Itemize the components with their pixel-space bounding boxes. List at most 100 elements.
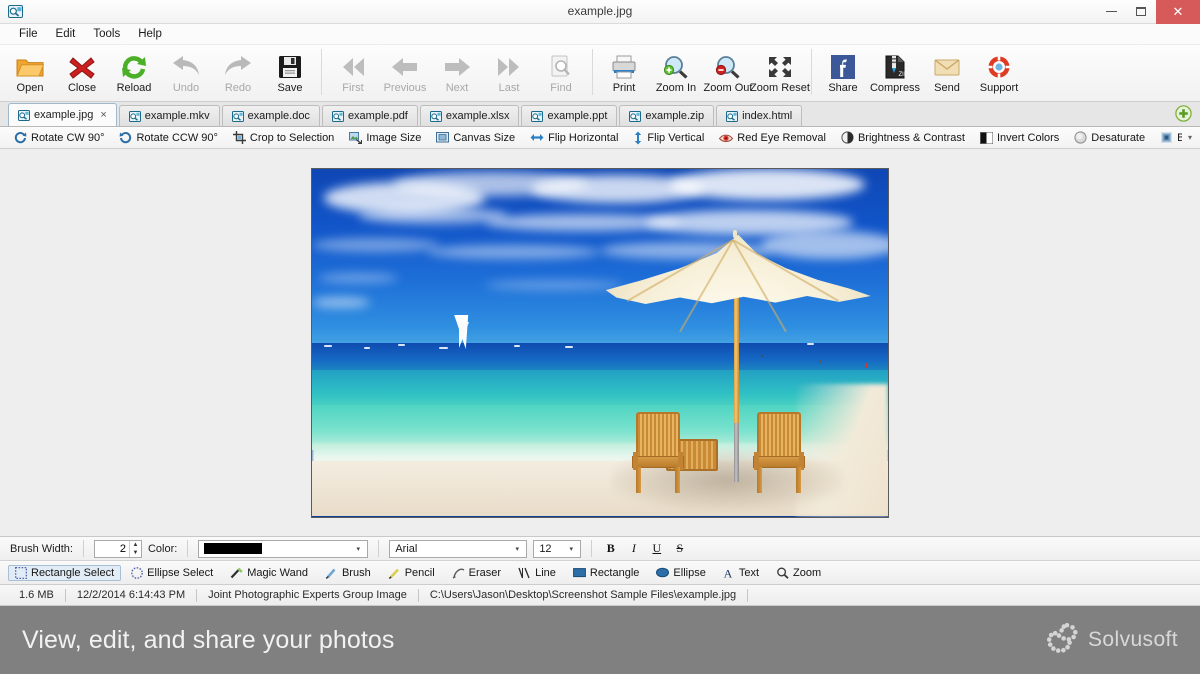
tool-rectangle[interactable]: Rectangle — [566, 565, 647, 581]
cloud — [427, 245, 600, 259]
tool-magic-wand[interactable]: Magic Wand — [223, 565, 315, 581]
chevron-down-icon[interactable]: ▾ — [351, 545, 365, 553]
toolbar-open-label: Open — [17, 82, 44, 95]
tool-pencil[interactable]: Pencil — [381, 565, 442, 581]
tool-rectangle-select[interactable]: Rectangle Select — [8, 565, 121, 581]
tab-example-doc[interactable]: example.doc — [222, 105, 320, 126]
tool-line[interactable]: Line — [511, 565, 563, 581]
toolbar-close-button[interactable]: Close — [56, 47, 108, 100]
chevron-down-icon[interactable]: ▾ — [564, 545, 578, 553]
effect-label: Brightness & Contrast — [858, 132, 965, 144]
tab-label: example.zip — [645, 110, 704, 122]
effect-invert-colors[interactable]: Invert Colors — [974, 130, 1065, 146]
effect-flip-vertical[interactable]: Flip Vertical — [627, 129, 710, 147]
tool-ellipse[interactable]: Ellipse — [649, 565, 712, 581]
tool-label: Rectangle — [590, 567, 640, 579]
tab-example-mkv[interactable]: example.mkv — [119, 105, 220, 126]
stepper-down-icon[interactable]: ▼ — [130, 549, 141, 557]
effect-flip-horizontal[interactable]: Flip Horizontal — [524, 129, 624, 146]
font-size-dropdown[interactable]: 12 ▾ — [533, 540, 581, 558]
line-icon — [518, 567, 531, 579]
font-family-dropdown[interactable]: Arial ▾ — [389, 540, 527, 558]
bold-button[interactable]: B — [602, 540, 619, 558]
toolbar-compress-button[interactable]: ZIP Compress — [869, 47, 921, 100]
tab-example-zip[interactable]: example.zip — [619, 105, 714, 126]
footer-banner: View, edit, and share your photos — [0, 606, 1200, 674]
image-canvas-area[interactable] — [0, 149, 1200, 537]
toolbar-zoom-in-button[interactable]: Zoom In — [650, 47, 702, 100]
menu-tools[interactable]: Tools — [84, 26, 129, 42]
divider — [378, 540, 379, 557]
canvas-size-icon — [436, 131, 449, 144]
rectangle-select-icon — [15, 567, 27, 579]
cloud — [669, 169, 865, 200]
toolbar-zoom-out-button[interactable]: Zoom Out — [702, 47, 754, 100]
chevron-down-icon[interactable]: ▾ — [510, 545, 524, 553]
tool-brush[interactable]: Brush — [318, 565, 378, 581]
tool-eraser[interactable]: Eraser — [445, 565, 508, 581]
tool-text[interactable]: A Text — [716, 565, 766, 581]
toolbar-find-button[interactable]: Find — [535, 47, 587, 100]
toolbar-redo-label: Redo — [225, 82, 251, 95]
brush-width-stepper[interactable]: ▲ ▼ — [94, 540, 142, 558]
toolbar-zoom-reset-button[interactable]: Zoom Reset — [754, 47, 806, 100]
toolbar-undo-label: Undo — [173, 82, 199, 95]
beach-photo[interactable] — [311, 168, 889, 518]
effect-brightness-contrast[interactable]: Brightness & Contrast — [835, 129, 971, 146]
tool-ellipse-select[interactable]: Ellipse Select — [124, 565, 220, 581]
menu-bar: File Edit Tools Help — [0, 24, 1200, 45]
toolbar-previous-button[interactable]: Previous — [379, 47, 431, 100]
effect-crop-to-selection[interactable]: Crop to Selection — [227, 129, 340, 146]
tab-index-html[interactable]: index.html — [716, 105, 802, 126]
add-tab-button[interactable] — [1175, 105, 1192, 122]
effect-image-size[interactable]: Image Size — [343, 129, 427, 146]
stepper-arrows[interactable]: ▲ ▼ — [129, 541, 141, 557]
toolbar-save-button[interactable]: Save — [264, 47, 316, 100]
tab-label: example.ppt — [547, 110, 607, 122]
toolbar-share-label: Share — [828, 82, 857, 95]
tab-example-ppt[interactable]: example.ppt — [521, 105, 617, 126]
tab-example-xlsx[interactable]: example.xlsx — [420, 105, 520, 126]
toolbar-redo-button[interactable]: Redo — [212, 47, 264, 100]
toolbar-share-button[interactable]: Share — [817, 47, 869, 100]
effect-rotate-ccw[interactable]: Rotate CCW 90° — [113, 129, 223, 146]
italic-button[interactable]: I — [625, 540, 642, 558]
underline-button[interactable]: U — [648, 540, 665, 558]
toolbar-print-button[interactable]: Print — [598, 47, 650, 100]
stepper-up-icon[interactable]: ▲ — [130, 541, 141, 549]
floppy-disk-icon — [278, 52, 302, 82]
effect-label: Red Eye Removal — [737, 132, 826, 144]
blur-icon — [1160, 131, 1173, 144]
effect-canvas-size[interactable]: Canvas Size — [430, 129, 521, 146]
brush-width-input[interactable] — [95, 541, 129, 557]
menu-file[interactable]: File — [10, 26, 47, 42]
toolbar-open-button[interactable]: Open — [4, 47, 56, 100]
menu-help[interactable]: Help — [129, 26, 171, 42]
strikethrough-button[interactable]: S — [671, 540, 688, 558]
toolbar-support-button[interactable]: Support — [973, 47, 1025, 100]
toolbar-undo-button[interactable]: Undo — [160, 47, 212, 100]
zoom-reset-arrows-icon — [767, 52, 793, 82]
brand-lockup: Solvusoft — [1047, 622, 1178, 658]
color-dropdown[interactable]: ▾ — [198, 540, 368, 558]
toolbar-reload-button[interactable]: Reload — [108, 47, 160, 100]
tool-zoom[interactable]: Zoom — [769, 565, 828, 581]
toolbar-send-button[interactable]: Send — [921, 47, 973, 100]
effect-rotate-cw[interactable]: Rotate CW 90° — [8, 129, 110, 146]
effect-desaturate[interactable]: Desaturate — [1068, 129, 1151, 146]
brightness-contrast-icon — [841, 131, 854, 144]
tool-label: Brush — [342, 567, 371, 579]
tab-example-jpg[interactable]: example.jpg × — [8, 103, 117, 126]
effects-overflow-button[interactable]: ▾ — [1182, 127, 1198, 148]
effect-red-eye-removal[interactable]: Red Eye Removal — [713, 130, 832, 146]
toolbar-next-button[interactable]: Next — [431, 47, 483, 100]
menu-edit[interactable]: Edit — [47, 26, 85, 42]
tab-close-icon[interactable]: × — [100, 109, 106, 121]
tool-label: Line — [535, 567, 556, 579]
tab-file-icon — [726, 111, 738, 122]
ellipse-select-icon — [131, 567, 143, 579]
tab-example-pdf[interactable]: example.pdf — [322, 105, 418, 126]
chair-leg — [675, 467, 680, 493]
toolbar-first-button[interactable]: First — [327, 47, 379, 100]
toolbar-last-button[interactable]: Last — [483, 47, 535, 100]
